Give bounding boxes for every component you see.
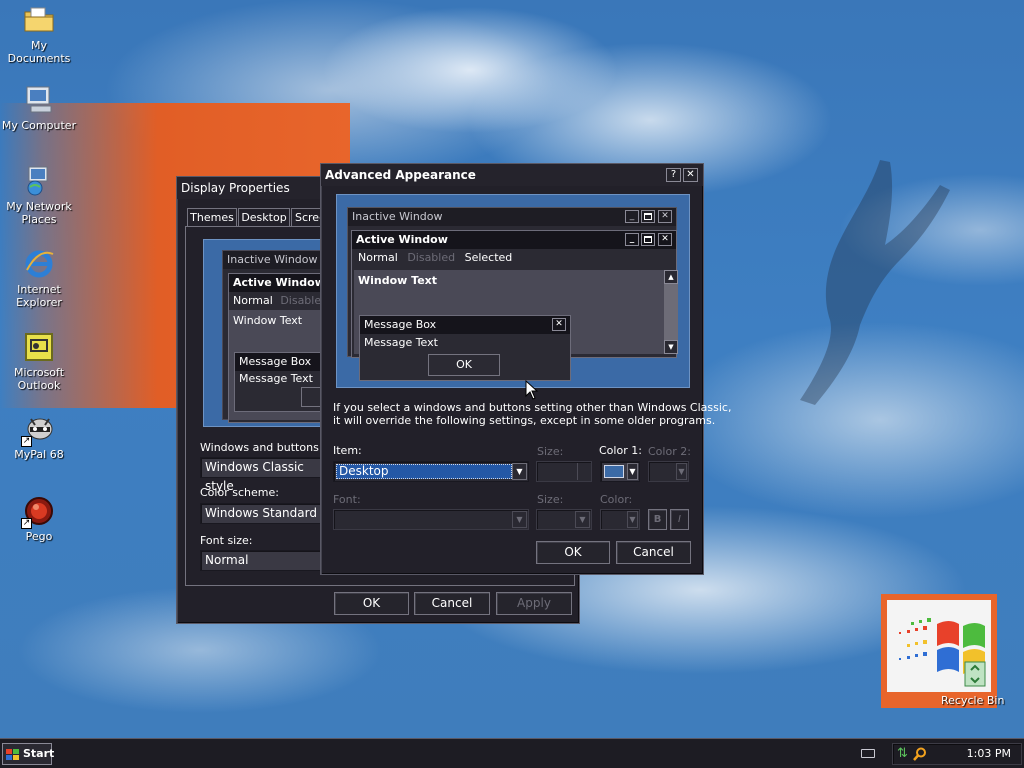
desktop-icon-my-computer[interactable]: My Computer xyxy=(1,84,77,132)
windows-flag-icon xyxy=(6,748,19,760)
font-size-label: Font size: xyxy=(200,534,253,547)
color-scheme-label: Color scheme: xyxy=(200,486,279,499)
mouse-cursor-icon xyxy=(525,380,539,400)
size-spinner[interactable] xyxy=(536,461,592,482)
scroll-up-icon: ▲ xyxy=(664,270,678,284)
folder-documents-icon xyxy=(23,4,55,36)
recycle-bin[interactable]: Recycle Bin xyxy=(881,594,1004,708)
preview-scrollbar: ▲ ▼ xyxy=(664,270,678,354)
font-color-picker[interactable]: ▼ xyxy=(600,509,640,530)
color1-label: Color 1: xyxy=(599,444,642,457)
desktop-icon-my-documents[interactable]: My Documents xyxy=(1,4,77,65)
pego-icon: ↗ xyxy=(21,495,55,529)
chevron-down-icon: ▼ xyxy=(627,511,638,528)
advanced-appearance-title: Advanced Appearance xyxy=(321,164,703,186)
desktop-icon-my-network-places[interactable]: My Network Places xyxy=(1,165,77,226)
desktop-icon-microsoft-outlook[interactable]: Microsoft Outlook xyxy=(1,331,77,392)
network-places-icon xyxy=(23,165,55,197)
bold-icon: B xyxy=(653,514,662,525)
appearance-preview-frame[interactable]: Inactive Window _ ✕ Active Window _ ✕ No… xyxy=(336,194,690,388)
advanced-appearance-window: Advanced Appearance ? ✕ Inactive Window … xyxy=(320,163,731,575)
chevron-down-icon: ▼ xyxy=(512,463,527,480)
maximize-icon xyxy=(641,210,655,223)
size-label: Size: xyxy=(537,445,564,458)
bold-button[interactable]: B xyxy=(648,509,667,530)
close-button[interactable]: ✕ xyxy=(683,168,698,182)
computer-icon xyxy=(23,84,55,116)
recycle-bin-label: Recycle Bin xyxy=(941,694,1005,707)
chevron-down-icon: ▼ xyxy=(575,511,590,528)
close-icon: ✕ xyxy=(658,210,672,223)
italic-icon: I xyxy=(678,514,681,525)
font-color-label: Color: xyxy=(600,493,633,506)
internet-explorer-icon xyxy=(23,248,55,280)
chevron-down-icon: ▼ xyxy=(512,511,527,528)
apply-button[interactable]: Apply xyxy=(496,592,572,615)
close-icon: ✕ xyxy=(658,233,672,246)
help-icon: ? xyxy=(670,169,677,180)
color-scheme-select[interactable]: Windows Standard xyxy=(200,503,330,524)
desktop-icon-internet-explorer[interactable]: Internet Explorer xyxy=(1,248,77,309)
font-size-select[interactable]: Normal xyxy=(200,550,330,571)
windows-buttons-select[interactable]: Windows Classic style xyxy=(200,457,330,493)
scroll-down-icon: ▼ xyxy=(664,340,678,354)
preview-ok-button: OK xyxy=(428,354,500,376)
chevron-down-icon: ▼ xyxy=(627,463,638,480)
info-text-line-1: If you select a windows and buttons sett… xyxy=(333,401,732,414)
item-label: Item: xyxy=(333,444,362,457)
close-icon: ✕ xyxy=(552,318,566,331)
recycle-bin-icon xyxy=(964,661,986,687)
font-size-label: Size: xyxy=(537,493,564,506)
tab-themes[interactable]: Themes xyxy=(187,208,237,227)
shortcut-arrow-icon: ↗ xyxy=(21,436,32,447)
shortcut-arrow-icon: ↗ xyxy=(21,518,32,529)
close-icon: ✕ xyxy=(686,169,695,180)
color2-label: Color 2: xyxy=(648,445,691,458)
cancel-button[interactable]: Cancel xyxy=(616,541,691,564)
start-button[interactable]: Start xyxy=(2,743,54,765)
clock[interactable]: 1:03 PM xyxy=(967,744,1011,764)
maximize-icon xyxy=(641,233,655,246)
windows-logo-icon xyxy=(887,600,991,692)
color-swatch xyxy=(604,465,624,478)
color1-picker[interactable]: ▼ xyxy=(600,461,640,482)
font-label: Font: xyxy=(333,493,361,506)
chevron-down-icon: ▼ xyxy=(676,463,687,480)
item-select[interactable]: Desktop ▼ xyxy=(333,461,529,482)
windows-buttons-label: Windows and buttons: xyxy=(200,441,323,454)
desktop-icon-mypal[interactable]: ↗ MyPal 68 xyxy=(1,413,77,461)
mypal-icon: ↗ xyxy=(21,413,55,447)
preview-message-box: Message Box ✕ Message Text OK xyxy=(359,315,571,381)
color2-picker[interactable]: ▼ xyxy=(648,461,689,482)
info-text-line-2: it will override the following settings,… xyxy=(333,414,716,427)
wallpaper-silhouette xyxy=(800,160,950,405)
ok-button[interactable]: OK xyxy=(334,592,409,615)
search-icon[interactable] xyxy=(913,747,927,761)
system-tray: ⇅ 1:03 PM xyxy=(861,743,1022,765)
tab-desktop[interactable]: Desktop xyxy=(238,208,290,227)
keyboard-icon[interactable] xyxy=(861,749,875,758)
minimize-icon: _ xyxy=(625,233,639,246)
minimize-icon: _ xyxy=(625,210,639,223)
font-size-select[interactable]: ▼ xyxy=(536,509,592,530)
taskbar: Start ⇅ 1:03 PM xyxy=(0,738,1024,768)
network-icon[interactable]: ⇅ xyxy=(897,747,908,761)
spinner-arrows-icon xyxy=(577,463,590,480)
cancel-button[interactable]: Cancel xyxy=(414,592,490,615)
outlook-icon xyxy=(23,331,55,363)
font-select[interactable]: ▼ xyxy=(333,509,529,530)
ok-button[interactable]: OK xyxy=(536,541,610,564)
help-button[interactable]: ? xyxy=(666,168,681,182)
desktop-icon-pego[interactable]: ↗ Pego xyxy=(1,495,77,543)
italic-button[interactable]: I xyxy=(670,509,689,530)
